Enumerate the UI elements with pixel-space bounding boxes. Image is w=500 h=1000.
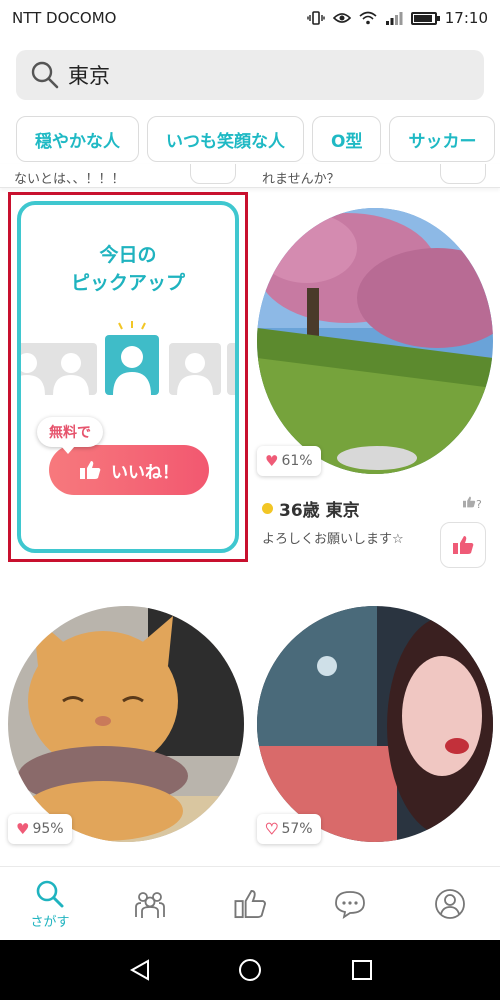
scrolled-row-remnant: ないとは、、！！！ れませんか？ bbox=[0, 164, 500, 188]
cutoff-text-right: れませんか？ bbox=[262, 172, 340, 187]
battery-level bbox=[413, 14, 433, 22]
pickup-title-line1: 今日の bbox=[99, 244, 157, 266]
wifi-icon bbox=[359, 11, 377, 25]
chat-icon bbox=[335, 891, 365, 919]
thumbs-up-icon bbox=[234, 889, 266, 919]
vibrate-icon bbox=[307, 11, 325, 25]
nav-search[interactable]: さがす bbox=[0, 867, 100, 941]
recents-icon[interactable] bbox=[350, 958, 374, 982]
cherry-blossom-photo bbox=[257, 208, 493, 474]
tag-chips: 穏やかな人 いつも笑顔な人 O型 サッカー bbox=[16, 116, 500, 164]
tag-chip[interactable]: サッカー bbox=[389, 116, 496, 162]
match-rate: 95% bbox=[32, 821, 64, 837]
avatar-placeholder-icon bbox=[227, 343, 235, 395]
nav-profile[interactable] bbox=[400, 867, 500, 941]
profile-location: 東京 bbox=[325, 501, 360, 521]
match-rate: 61% bbox=[281, 453, 313, 469]
avatar-selected-icon bbox=[105, 335, 159, 395]
online-status-icon bbox=[262, 503, 273, 514]
sparkle-icon bbox=[118, 321, 146, 330]
tag-chip[interactable]: いつも笑顔な人 bbox=[147, 116, 304, 162]
bottom-navigation: さがす bbox=[0, 866, 500, 940]
profile-age: 36歳 bbox=[279, 501, 320, 521]
clock: 17:10 bbox=[444, 9, 488, 27]
free-badge: 無料で bbox=[37, 417, 103, 454]
thumbs-up-icon bbox=[463, 496, 476, 508]
nav-search-label: さがす bbox=[30, 914, 70, 930]
carrier-label: NTT DOCOMO bbox=[12, 9, 117, 27]
match-rate-badge: ♥ 57% bbox=[257, 814, 321, 844]
match-rate: 57% bbox=[281, 821, 313, 837]
profile-photo[interactable] bbox=[8, 606, 244, 842]
avatar-placeholder-icon bbox=[169, 343, 221, 395]
pickup-title-line2: ピックアップ bbox=[70, 272, 185, 294]
pickup-title: 今日の ピックアップ bbox=[21, 241, 235, 297]
home-icon[interactable] bbox=[238, 958, 262, 982]
search-icon bbox=[36, 880, 64, 907]
pickup-avatar-row bbox=[21, 321, 235, 405]
heart-icon: ♥ bbox=[16, 820, 30, 838]
signal-icon bbox=[385, 12, 403, 25]
thumbs-up-icon bbox=[453, 536, 474, 554]
profile-icon bbox=[435, 889, 465, 919]
nav-likes[interactable] bbox=[200, 867, 300, 941]
status-icons: 17:10 bbox=[307, 9, 488, 27]
like-help-mark: ? bbox=[476, 498, 482, 511]
heart-outline-icon: ♥ bbox=[264, 820, 279, 839]
like-button-partial[interactable] bbox=[190, 164, 236, 184]
status-bar: NTT DOCOMO 17:10 bbox=[0, 0, 500, 36]
profile-summary: 36歳 東京 bbox=[262, 496, 360, 521]
search-input[interactable] bbox=[68, 63, 448, 87]
like-button-label: いいね！ bbox=[111, 462, 179, 483]
system-navigation-bar bbox=[0, 940, 500, 1000]
profile-photo[interactable] bbox=[257, 606, 493, 842]
cat-photo bbox=[8, 606, 244, 842]
community-icon bbox=[135, 892, 165, 918]
like-help: ? bbox=[462, 496, 482, 511]
pickup-highlight-frame: 今日の ピックアップ 無料で いいね！ bbox=[8, 192, 248, 562]
eye-icon bbox=[332, 13, 351, 23]
like-button-partial[interactable] bbox=[440, 164, 486, 184]
back-icon[interactable] bbox=[128, 958, 152, 982]
tag-chip[interactable]: 穏やかな人 bbox=[16, 116, 139, 162]
nav-community[interactable] bbox=[100, 867, 200, 941]
match-rate-badge: ♥ 61% bbox=[257, 446, 321, 476]
person-photo bbox=[257, 606, 493, 842]
cutoff-text-left: ないとは、、！！！ bbox=[14, 172, 125, 187]
nav-messages[interactable] bbox=[300, 867, 400, 941]
like-button[interactable] bbox=[440, 522, 486, 568]
heart-icon: ♥ bbox=[265, 452, 279, 470]
profile-photo[interactable] bbox=[257, 208, 493, 474]
search-icon bbox=[31, 61, 59, 89]
profile-message: よろしくお願いします☆ bbox=[262, 532, 404, 547]
thumbs-up-icon bbox=[80, 461, 101, 479]
search-bar[interactable] bbox=[16, 50, 484, 100]
pickup-card[interactable]: 今日の ピックアップ 無料で いいね！ bbox=[17, 201, 239, 553]
match-rate-badge: ♥ 95% bbox=[8, 814, 72, 844]
tag-chip[interactable]: O型 bbox=[312, 116, 382, 162]
avatar-placeholder-icon bbox=[45, 343, 97, 395]
battery-icon bbox=[410, 11, 440, 25]
